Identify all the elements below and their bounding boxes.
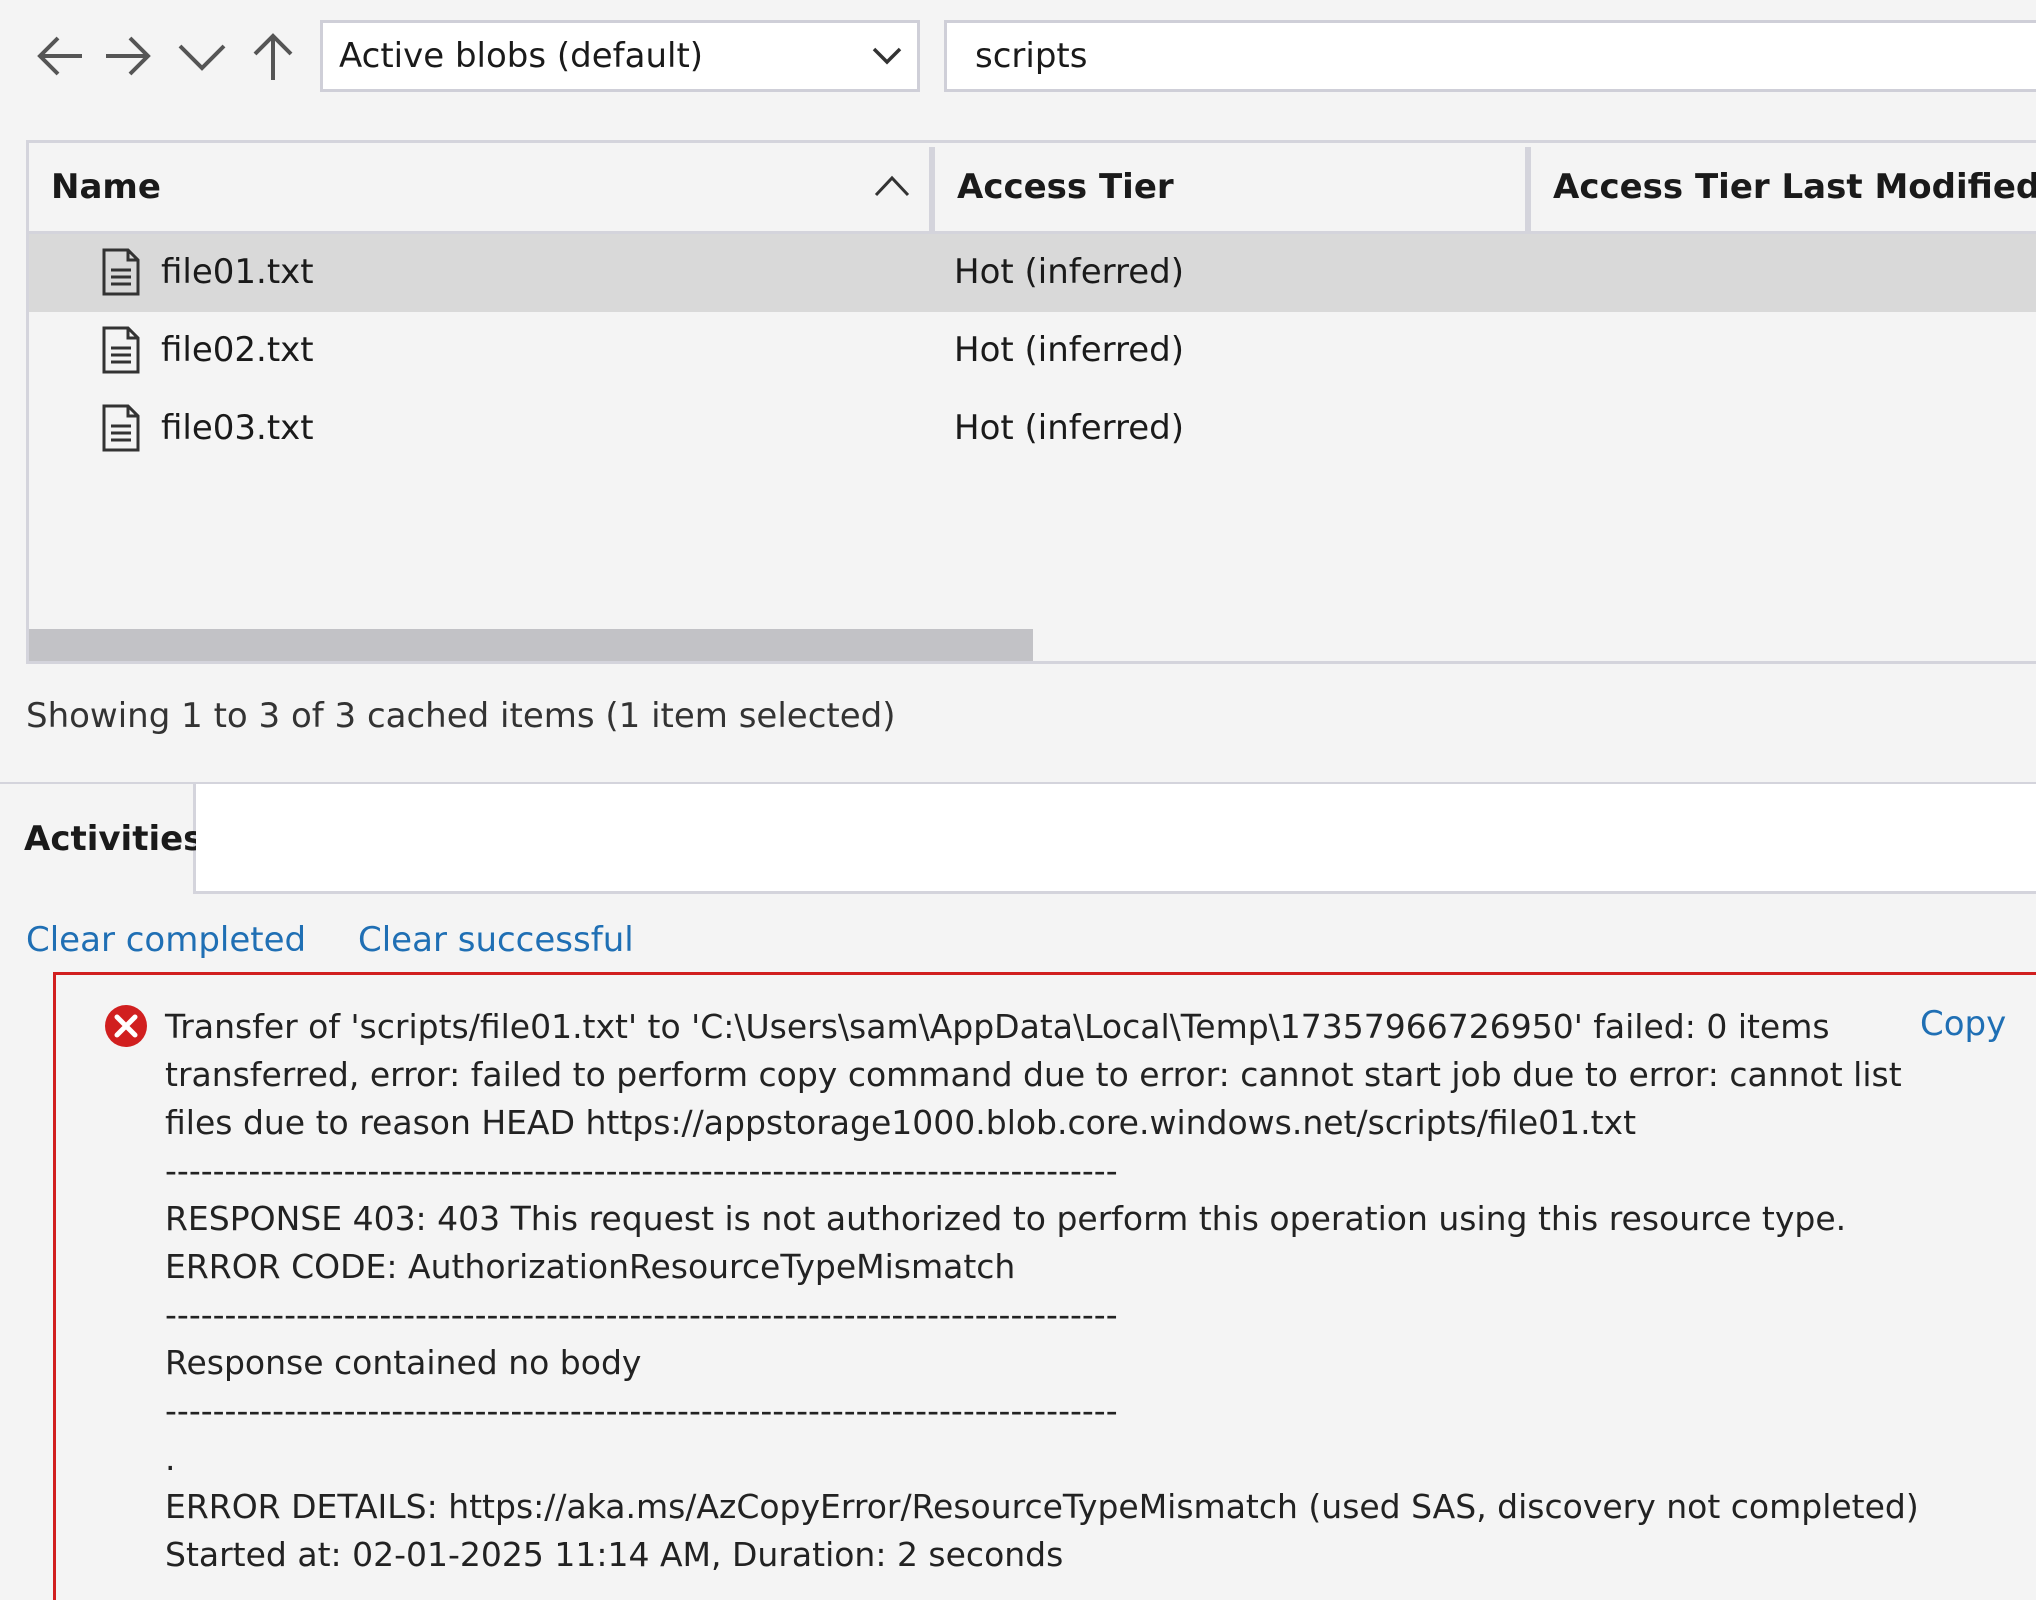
clear-completed-link[interactable]: Clear completed [26, 920, 306, 960]
column-header-access-tier-last-modified[interactable]: Access Tier Last Modified [1531, 143, 2036, 231]
tab-activities[interactable]: Activities [0, 784, 203, 894]
forward-button[interactable] [98, 26, 158, 86]
file-icon [102, 326, 140, 374]
table-header: Name Access Tier Access Tier Last Modifi… [29, 143, 2036, 234]
file-icon [102, 248, 140, 296]
blob-filter-dropdown[interactable]: Active blobs (default) [320, 20, 920, 92]
column-header-access-tier[interactable]: Access Tier [935, 143, 1525, 231]
table-row[interactable]: file02.txt Hot (inferred) [29, 312, 2036, 390]
arrow-right-icon [106, 36, 151, 76]
chevron-down-icon [872, 47, 902, 65]
arrow-left-icon [37, 36, 82, 76]
chevron-down-icon [178, 44, 226, 71]
file-icon [102, 404, 140, 452]
blob-filter-selected: Active blobs (default) [339, 36, 704, 76]
activities-tab-strip [196, 784, 2036, 894]
path-input[interactable]: scripts [944, 20, 2036, 92]
access-tier: Hot (inferred) [954, 252, 1185, 292]
copy-error-link[interactable]: Copy [1920, 1004, 2006, 1044]
back-button[interactable] [30, 26, 90, 86]
status-text: Showing 1 to 3 of 3 cached items (1 item… [26, 696, 896, 736]
access-tier: Hot (inferred) [954, 408, 1185, 448]
error-message: Transfer of 'scripts/file01.txt' to 'C:\… [165, 1007, 1919, 1574]
horizontal-scrollbar-thumb[interactable] [29, 629, 1033, 661]
path-input-value: scripts [975, 36, 1088, 76]
file-name: file02.txt [161, 330, 314, 370]
error-icon [105, 1005, 147, 1047]
table-row[interactable]: file01.txt Hot (inferred) [29, 234, 2036, 312]
access-tier: Hot (inferred) [954, 330, 1185, 370]
arrow-up-icon [253, 33, 293, 80]
column-header-name[interactable]: Name [29, 143, 929, 231]
sort-ascending-icon [874, 175, 910, 197]
file-name: file01.txt [161, 252, 314, 292]
clear-successful-link[interactable]: Clear successful [358, 920, 634, 960]
file-name: file03.txt [161, 408, 314, 448]
blob-table: Name Access Tier Access Tier Last Modifi… [26, 140, 2036, 664]
up-button[interactable] [243, 26, 303, 86]
recent-locations-button[interactable] [172, 26, 232, 86]
table-row[interactable]: file03.txt Hot (inferred) [29, 390, 2036, 468]
